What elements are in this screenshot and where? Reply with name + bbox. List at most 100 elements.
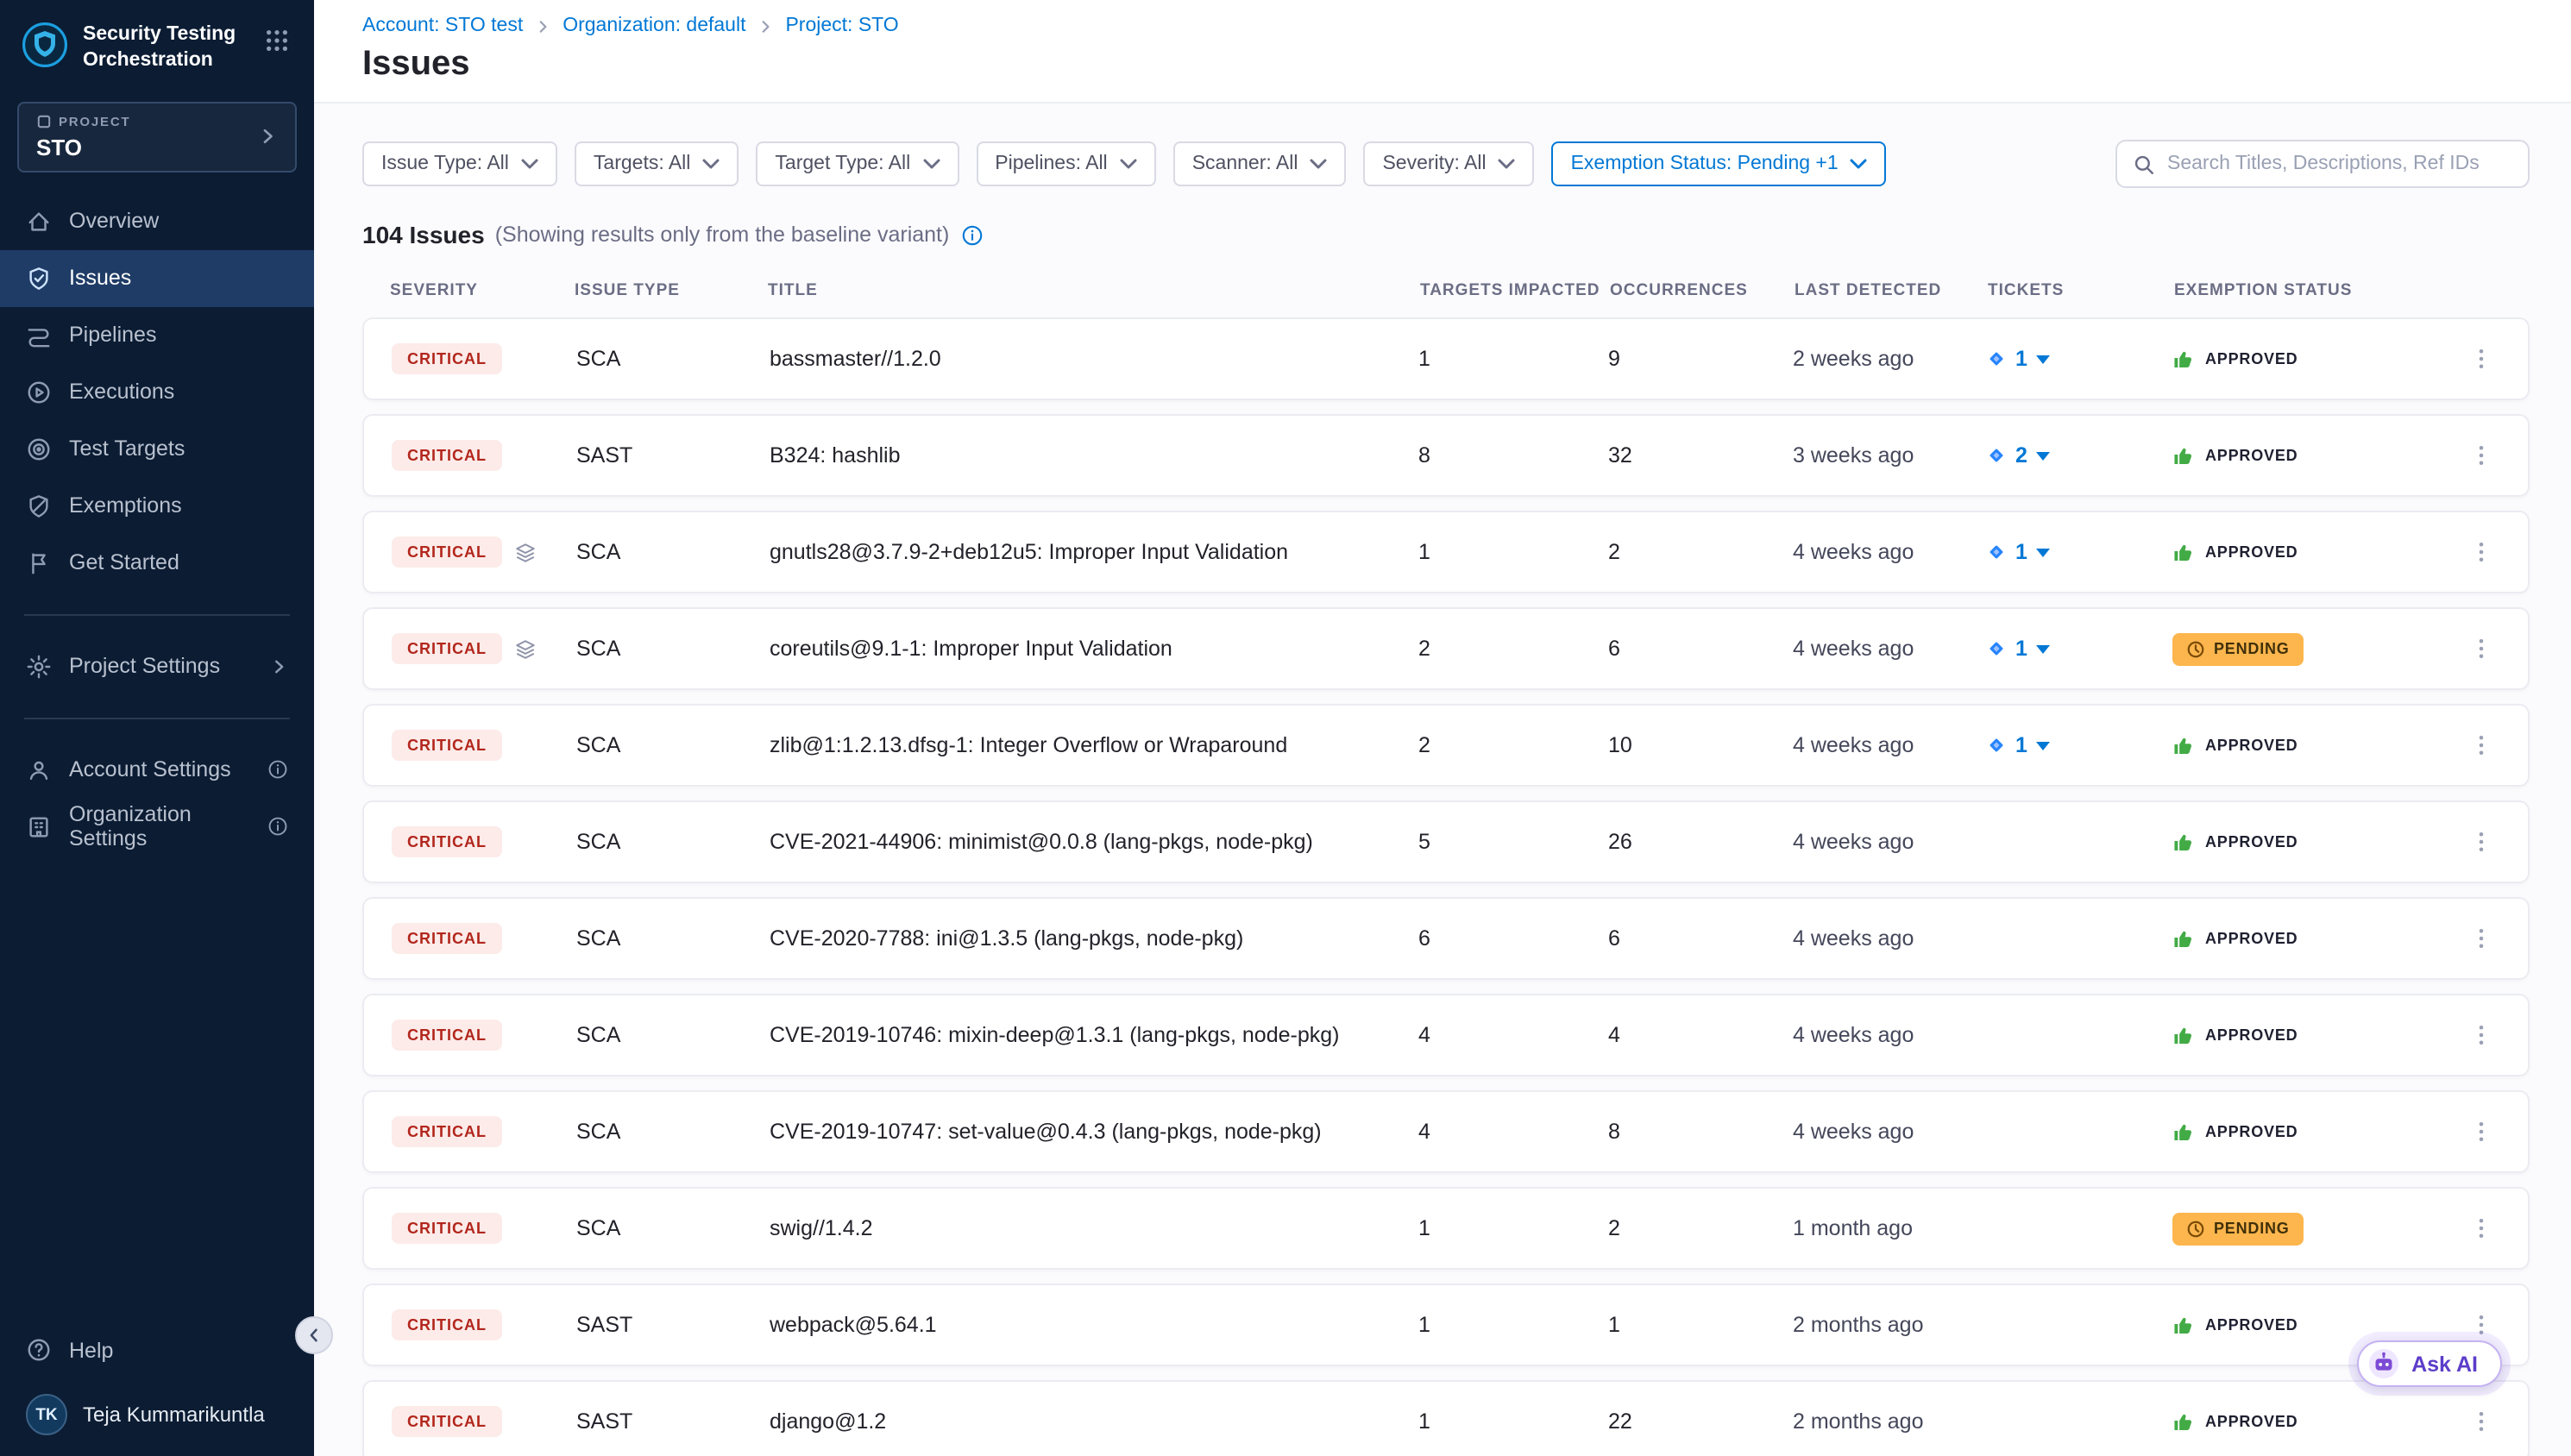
project-selector[interactable]: PROJECT STO [17,102,297,173]
occurrences: 9 [1608,347,1793,371]
last-detected: 4 weeks ago [1793,1120,1986,1144]
breadcrumb-link[interactable]: Account: STO test [362,16,523,36]
sidebar-item-label: Account Settings [69,758,231,782]
search-box[interactable] [2115,140,2530,188]
severity-badge: CRITICAL [392,633,502,664]
sidebar-item-label: Overview [69,210,159,234]
issue-row[interactable]: CRITICALSCACVE-2021-44906: minimist@0.0.… [362,800,2530,883]
issue-title: swig//1.4.2 [770,1189,1418,1268]
sidebar-item-help[interactable]: Help [0,1321,314,1378]
search-input[interactable] [2167,154,2512,174]
occurrences: 6 [1608,926,1793,951]
issue-title: B324: hashlib [770,416,1418,495]
filter-severity[interactable]: Severity: All [1363,141,1534,186]
occurrences: 1 [1608,1313,1793,1337]
dots-vertical-icon [2469,733,2493,757]
exemptions-icon [26,493,52,519]
row-menu-button[interactable] [2462,533,2500,571]
row-menu-button[interactable] [2462,726,2500,764]
breadcrumb: Account: STO test Organization: default Pr… [362,16,2530,36]
row-menu-button[interactable] [2462,1306,2500,1344]
app-switcher-grid-icon[interactable] [261,24,293,57]
row-menu-button[interactable] [2462,1113,2500,1151]
sidebar-item-account-settings[interactable]: Account Settings [0,742,314,799]
chevron-right-icon [257,127,278,147]
filter-label: Severity: All [1382,154,1486,174]
sidebar-item-issues[interactable]: Issues [0,250,314,307]
info-icon[interactable] [267,817,288,838]
sidebar-item-project-settings[interactable]: Project Settings [0,638,314,695]
chevron-down-icon [521,159,538,169]
issue-title: bassmaster//1.2.0 [770,319,1418,399]
exemption-status-text: APPROVED [2205,543,2298,561]
ticket-chip[interactable]: 1 [1986,637,2050,661]
sidebar-item-exemptions[interactable]: Exemptions [0,478,314,535]
row-menu-button[interactable] [2462,340,2500,378]
row-menu-button[interactable] [2462,823,2500,861]
filter-exemption-status[interactable]: Exemption Status: Pending +1 [1552,141,1887,186]
issue-row[interactable]: CRITICALSCACVE-2019-10746: mixin-deep@1.… [362,994,2530,1076]
clock-icon [2186,639,2205,658]
ticket-chip[interactable]: 1 [1986,733,2050,757]
occurrences: 2 [1608,540,1793,564]
filter-pipelines[interactable]: Pipelines: All [976,141,1155,186]
issue-row[interactable]: CRITICALSCAgnutls28@3.7.9-2+deb12u5: Imp… [362,511,2530,593]
sidebar-item-organization-settings[interactable]: Organization Settings [0,799,314,856]
issue-row[interactable]: CRITICALSCACVE-2020-7788: ini@1.3.5 (lan… [362,897,2530,980]
sidebar-item-get-started[interactable]: Get Started [0,535,314,592]
exemption-status-badge: APPROVED [2172,348,2298,370]
jira-diamond-icon [1986,735,2007,756]
sidebar-item-overview[interactable]: Overview [0,193,314,250]
severity-badge: CRITICAL [392,537,502,568]
breadcrumb-link[interactable]: Project: STO [785,16,898,36]
dots-vertical-icon [2469,1120,2493,1144]
issue-row[interactable]: CRITICALSCAcoreutils@9.1-1: Improper Inp… [362,607,2530,690]
issue-row[interactable]: CRITICALSCACVE-2019-10747: set-value@0.4… [362,1090,2530,1173]
gear-icon [26,654,52,680]
issue-title: CVE-2019-10746: mixin-deep@1.3.1 (lang-p… [770,995,1418,1075]
project-name: STO [36,135,257,160]
occurrences: 8 [1608,1120,1793,1144]
info-icon[interactable] [961,223,984,246]
sidebar-collapse-button[interactable] [295,1316,333,1354]
executions-icon [26,380,52,405]
issue-row[interactable]: CRITICALSASTwebpack@5.64.1112 months ago… [362,1283,2530,1366]
ticket-chip[interactable]: 1 [1986,347,2050,371]
filter-issue-type[interactable]: Issue Type: All [362,141,557,186]
info-icon[interactable] [267,760,288,781]
issue-row[interactable]: CRITICALSASTdjango@1.21222 months agoAPP… [362,1380,2530,1456]
issue-row[interactable]: CRITICALSCAbassmaster//1.2.0192 weeks ag… [362,317,2530,400]
row-menu-button[interactable] [2462,1209,2500,1247]
issue-row[interactable]: CRITICALSASTB324: hashlib8323 weeks ago2… [362,414,2530,497]
user-profile[interactable]: TK Teja Kummarikuntla [0,1378,314,1435]
ticket-count: 1 [2015,637,2027,661]
filter-label: Exemption Status: Pending +1 [1571,154,1839,174]
ticket-chip[interactable]: 1 [1986,540,2050,564]
thumbs-up-icon [2172,541,2195,563]
breadcrumb-link[interactable]: Organization: default [563,16,745,36]
exemption-status-text: APPROVED [2205,1316,2298,1334]
row-menu-button[interactable] [2462,630,2500,668]
severity-badge: CRITICAL [392,730,502,761]
row-menu-button[interactable] [2462,436,2500,474]
filter-target-type[interactable]: Target Type: All [756,141,959,186]
row-menu-button[interactable] [2462,919,2500,957]
issue-type: SAST [576,443,770,468]
filter-scanner[interactable]: Scanner: All [1173,141,1347,186]
ask-ai-button[interactable]: Ask AI [2356,1340,2502,1387]
targets-impacted: 1 [1418,1216,1608,1240]
sidebar-item-test-targets[interactable]: Test Targets [0,421,314,478]
sidebar-item-executions[interactable]: Executions [0,364,314,421]
account-icon [26,757,52,783]
last-detected: 4 weeks ago [1793,540,1986,564]
row-menu-button[interactable] [2462,1403,2500,1440]
row-menu-button[interactable] [2462,1016,2500,1054]
sidebar-item-label: Pipelines [69,323,156,348]
sidebar-item-pipelines[interactable]: Pipelines [0,307,314,364]
issue-row[interactable]: CRITICALSCAswig//1.4.2121 month agoPENDI… [362,1187,2530,1270]
filter-targets[interactable]: Targets: All [575,141,739,186]
exemption-status-text: PENDING [2214,640,2290,657]
issue-row[interactable]: CRITICALSCAzlib@1:1.2.13.dfsg-1: Integer… [362,704,2530,787]
jira-diamond-icon [1986,638,2007,659]
ticket-chip[interactable]: 2 [1986,443,2050,468]
